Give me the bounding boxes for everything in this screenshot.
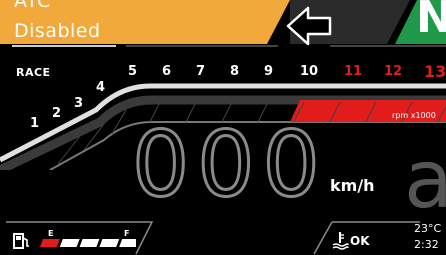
header-divider [126, 45, 278, 47]
fuel-full-label: F [124, 229, 130, 238]
coolant-status: OK [350, 234, 370, 248]
coolant-temp-icon [331, 230, 349, 250]
fuel-segment [40, 239, 60, 247]
rpm-tick-4: 4 [96, 80, 106, 95]
fuel-empty-label: E [48, 229, 54, 238]
atc-status: Disabled [14, 20, 101, 42]
fuel-segment [59, 239, 80, 247]
atc-title: ATC [14, 0, 51, 12]
fuel-pump-icon [12, 231, 32, 251]
rpm-tick-8: 8 [230, 64, 240, 79]
rpm-tick-12: 12 [384, 64, 403, 79]
rpm-tick-2: 2 [52, 106, 62, 121]
rpm-tick-5: 5 [128, 64, 138, 79]
rpm-tick-10: 10 [300, 64, 319, 79]
fuel-segment [119, 239, 136, 247]
header-divider [12, 45, 116, 47]
rpm-tick-13: 13 [424, 62, 446, 81]
fuel-segment [99, 239, 120, 247]
rpm-tick-1: 1 [30, 116, 40, 131]
left-arrow-icon [286, 4, 340, 48]
rpm-tick-7: 7 [196, 64, 206, 79]
speed-unit: km/h [330, 176, 375, 195]
rpm-tick-9: 9 [264, 64, 274, 79]
rpm-tick-11: 11 [344, 64, 363, 79]
fuel-segment [79, 239, 100, 247]
speed-value: 000 [131, 112, 328, 217]
rpm-unit-label: rpm x1000 [392, 111, 436, 120]
ambient-temperature: 23°C [414, 222, 442, 235]
clock: 2:32 [414, 238, 439, 251]
gear-value: N [416, 0, 446, 43]
fuel-level-bar [40, 239, 136, 247]
rpm-tick-3: 3 [74, 96, 84, 111]
rpm-tick-6: 6 [162, 64, 172, 79]
speed-ghost-glyph: a [404, 133, 446, 226]
header-divider [330, 45, 446, 47]
